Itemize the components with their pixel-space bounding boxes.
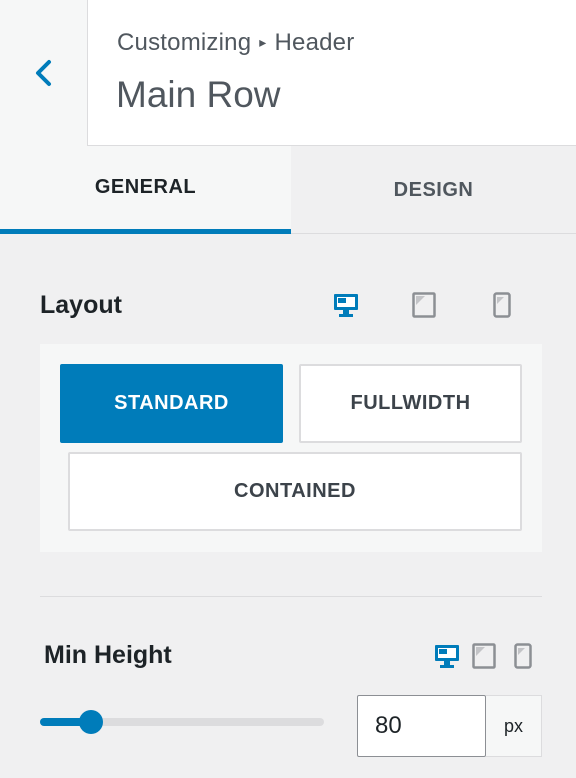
layout-label: Layout (40, 291, 122, 319)
tablet-device-button[interactable] (410, 292, 438, 318)
mobile-device-button[interactable] (488, 292, 516, 318)
min-height-label: Min Height (44, 641, 172, 669)
breadcrumb-current: Header (274, 29, 355, 56)
back-button[interactable] (0, 0, 88, 146)
desktop-icon (435, 645, 459, 668)
tablet-device-button[interactable] (472, 643, 496, 669)
chevron-left-icon (35, 60, 51, 86)
breadcrumb-parent: Customizing (117, 29, 252, 56)
unit-label[interactable]: px (486, 695, 542, 757)
desktop-device-button[interactable] (434, 643, 460, 669)
breadcrumb-separator: ▸ (259, 34, 267, 50)
section-divider (40, 596, 542, 597)
tab-general[interactable]: GENERAL (0, 146, 291, 234)
tablet-icon (412, 292, 436, 318)
layout-fullwidth-button[interactable]: FULLWIDTH (299, 364, 522, 443)
mobile-icon (514, 643, 532, 669)
min-height-slider[interactable] (40, 710, 324, 734)
layout-standard-button[interactable]: STANDARD (60, 364, 283, 443)
layout-device-switcher (332, 292, 516, 318)
layout-options: STANDARD FULLWIDTH CONTAINED (40, 344, 542, 552)
tab-bar: GENERAL DESIGN (0, 146, 576, 234)
min-height-device-switcher (434, 643, 532, 669)
tab-design[interactable]: DESIGN (291, 146, 576, 234)
min-height-input[interactable] (357, 695, 486, 757)
slider-handle[interactable] (79, 710, 104, 734)
mobile-icon (493, 292, 511, 318)
page-title: Main Row (116, 74, 281, 115)
desktop-icon (334, 294, 358, 317)
breadcrumb: Customizing ▸ Header (117, 29, 354, 57)
mobile-device-button[interactable] (514, 643, 532, 669)
tablet-icon (472, 643, 496, 669)
panel-header: Customizing ▸ Header Main Row (0, 0, 576, 146)
desktop-device-button[interactable] (332, 292, 360, 318)
layout-contained-button[interactable]: CONTAINED (68, 452, 522, 531)
